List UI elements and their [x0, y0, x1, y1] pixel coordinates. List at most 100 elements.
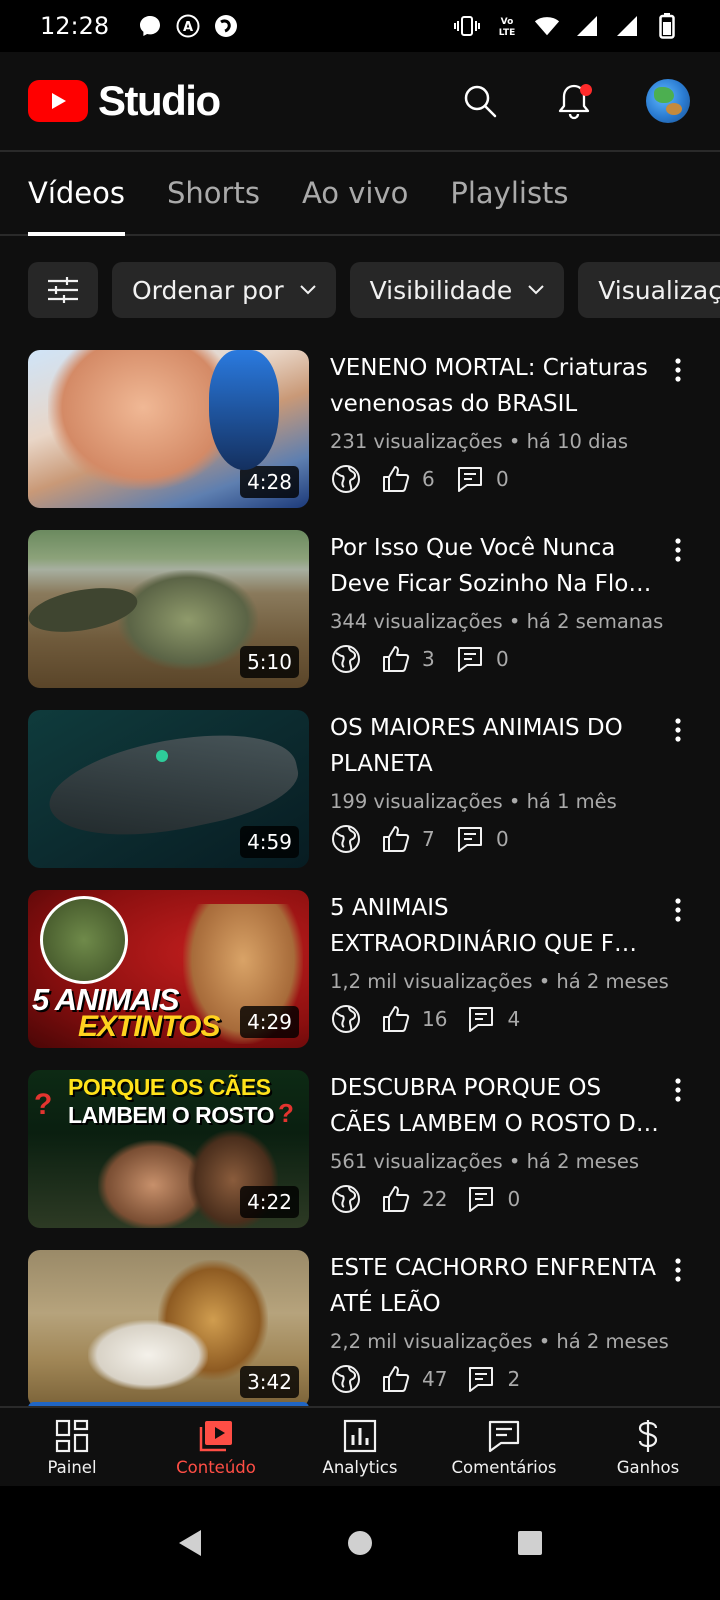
like-count: 7: [422, 827, 435, 851]
video-thumbnail[interactable]: 5:10: [28, 530, 309, 688]
messenger-icon: [137, 13, 163, 39]
app-header: Studio: [0, 52, 720, 152]
volte-icon: Vo LTE: [494, 13, 520, 39]
like-icon: [380, 643, 412, 675]
thumbnail-caption: EXTINTOS: [78, 1010, 220, 1043]
more-vert-icon: [675, 718, 681, 742]
search-button[interactable]: [456, 77, 504, 125]
video-meta: 344 visualizações • há 2 semanas: [330, 610, 664, 633]
nav-content[interactable]: Conteúdo: [144, 1408, 288, 1486]
earn-icon: [630, 1418, 666, 1454]
more-options-button[interactable]: [666, 1074, 690, 1106]
comment-count: 0: [496, 467, 509, 491]
comment-count: 0: [496, 827, 509, 851]
more-vert-icon: [675, 358, 681, 382]
tab-shorts[interactable]: Shorts: [167, 152, 260, 234]
comment-icon: [454, 463, 486, 495]
nav-comments[interactable]: Comentários: [432, 1408, 576, 1486]
studio-logo[interactable]: Studio: [28, 77, 221, 125]
more-options-button[interactable]: [666, 714, 690, 746]
video-item[interactable]: 5 ANIMAIS EXTINTOS 4:29 5 ANIMAIS EXTRAO…: [0, 890, 720, 1070]
public-globe-icon: [330, 1363, 362, 1395]
video-thumbnail[interactable]: 5 ANIMAIS EXTINTOS 4:29: [28, 890, 309, 1048]
video-title[interactable]: OS MAIORES ANIMAIS DO PLANETA: [330, 710, 660, 782]
vibrate-icon: [454, 13, 480, 39]
video-title[interactable]: VENENO MORTAL: Criaturas venenosas do BR…: [330, 350, 660, 422]
more-vert-icon: [675, 1078, 681, 1102]
status-bar: 12:28 A Vo LTE: [0, 0, 720, 52]
views-label: Visualizações: [598, 275, 720, 305]
comment-icon: [465, 1363, 497, 1395]
video-thumbnail[interactable]: 4:28: [28, 350, 309, 508]
more-options-button[interactable]: [666, 1254, 690, 1286]
home-circle-icon: [348, 1531, 372, 1555]
tab-videos[interactable]: Vídeos: [28, 152, 125, 236]
comment-icon: [454, 643, 486, 675]
video-duration: 4:59: [240, 826, 299, 858]
system-home-button[interactable]: [340, 1523, 380, 1563]
video-meta: 1,2 mil visualizações • há 2 meses: [330, 970, 669, 993]
svg-text:LTE: LTE: [499, 28, 516, 38]
video-title[interactable]: ESTE CACHORRO ENFRENTA ATÉ LEÃO: [330, 1250, 660, 1322]
more-options-button[interactable]: [666, 534, 690, 566]
more-vert-icon: [675, 1258, 681, 1282]
system-navigation-bar: [0, 1486, 720, 1600]
like-count: 22: [422, 1187, 448, 1211]
filter-bar: Ordenar por Visibilidade Visualizações: [0, 262, 720, 318]
wifi-icon: [534, 13, 560, 39]
video-item[interactable]: 4:59 OS MAIORES ANIMAIS DO PLANETA 199 v…: [0, 710, 720, 890]
video-title[interactable]: DESCUBRA PORQUE OS CÃES LAMBEM O ROSTO D…: [330, 1070, 660, 1142]
video-thumbnail[interactable]: ? PORQUE OS CÃES LAMBEM O ROSTO ? 4:22: [28, 1070, 309, 1228]
nav-dashboard[interactable]: Painel: [0, 1408, 144, 1486]
public-globe-icon: [330, 463, 362, 495]
more-options-button[interactable]: [666, 894, 690, 926]
nav-label: Analytics: [322, 1457, 398, 1477]
comments-icon: [486, 1418, 522, 1454]
signal-icon: [574, 13, 600, 39]
public-globe-icon: [330, 1003, 362, 1035]
account-button[interactable]: [644, 77, 692, 125]
chevron-down-icon: [299, 285, 316, 295]
tab-live[interactable]: Ao vivo: [302, 152, 408, 234]
back-triangle-icon: [179, 1530, 201, 1556]
video-title[interactable]: 5 ANIMAIS EXTRAORDINÁRIO QUE F…: [330, 890, 660, 962]
notification-dot: [580, 84, 592, 96]
recents-square-icon: [518, 1531, 542, 1555]
more-options-button[interactable]: [666, 354, 690, 386]
video-duration: 4:22: [240, 1186, 299, 1218]
views-chip[interactable]: Visualizações: [578, 262, 720, 318]
tab-playlists[interactable]: Playlists: [450, 152, 568, 234]
video-item[interactable]: 5:10 Por Isso Que Você Nunca Deve Ficar …: [0, 530, 720, 710]
system-back-button[interactable]: [170, 1523, 210, 1563]
comment-icon: [465, 1183, 497, 1215]
video-list: 4:28 VENENO MORTAL: Criaturas venenosas …: [0, 350, 720, 1430]
comment-count: 2: [507, 1367, 521, 1391]
video-title[interactable]: Por Isso Que Você Nunca Deve Ficar Sozin…: [330, 530, 660, 602]
like-icon: [380, 1183, 412, 1215]
like-icon: [380, 823, 412, 855]
video-meta: 231 visualizações • há 10 dias: [330, 430, 628, 453]
thumbnail-caption: PORQUE OS CÃES: [68, 1074, 271, 1100]
like-count: 47: [422, 1367, 448, 1391]
notifications-button[interactable]: [550, 77, 598, 125]
video-item[interactable]: ? PORQUE OS CÃES LAMBEM O ROSTO ? 4:22 D…: [0, 1070, 720, 1250]
system-recents-button[interactable]: [510, 1523, 550, 1563]
more-vert-icon: [675, 898, 681, 922]
status-time: 12:28: [40, 12, 110, 40]
nav-label: Comentários: [451, 1457, 557, 1477]
like-count: 3: [422, 647, 435, 671]
nav-analytics[interactable]: Analytics: [288, 1408, 432, 1486]
comment-icon: [454, 823, 486, 855]
video-meta: 2,2 mil visualizações • há 2 meses: [330, 1330, 669, 1353]
public-globe-icon: [330, 1183, 362, 1215]
public-globe-icon: [330, 643, 362, 675]
visibility-chip[interactable]: Visibilidade: [349, 262, 565, 318]
video-thumbnail[interactable]: 3:42: [28, 1250, 309, 1408]
video-thumbnail[interactable]: 4:59: [28, 710, 309, 868]
nav-earn[interactable]: Ganhos: [576, 1408, 720, 1486]
like-icon: [380, 463, 412, 495]
nav-label: Painel: [47, 1457, 97, 1477]
sort-by-chip[interactable]: Ordenar por: [112, 262, 336, 318]
video-item[interactable]: 4:28 VENENO MORTAL: Criaturas venenosas …: [0, 350, 720, 530]
filter-settings-button[interactable]: [28, 262, 98, 318]
